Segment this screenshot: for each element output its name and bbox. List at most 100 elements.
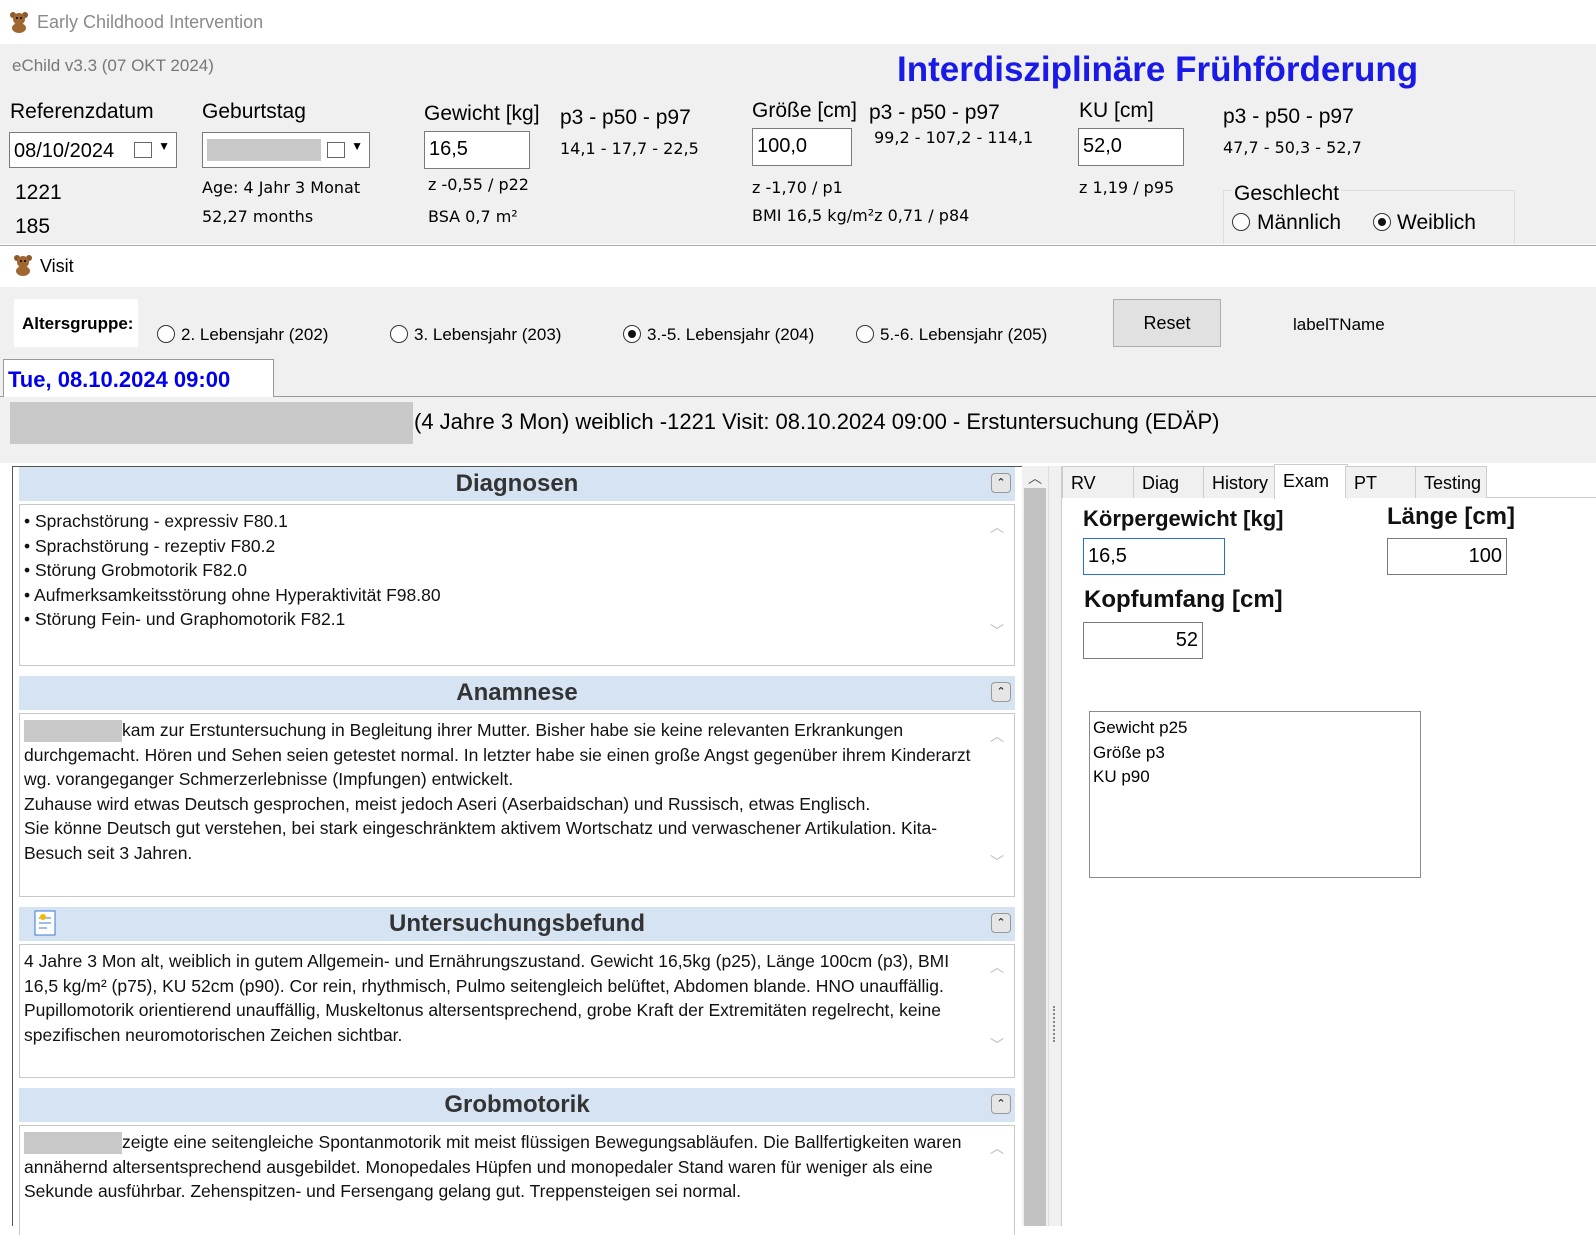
collapse-icon[interactable]: ⌃ — [991, 473, 1011, 493]
radio-female[interactable] — [1373, 213, 1391, 231]
radio-age-group-202[interactable] — [157, 325, 175, 343]
ku-percentiles: 47,7 - 50,3 - 52,7 — [1223, 138, 1362, 157]
weight-input[interactable]: 16,5 — [424, 131, 530, 169]
collapse-icon[interactable]: ⌃ — [991, 682, 1011, 702]
ref-date-label: Referenzdatum — [10, 100, 154, 123]
documentation-pane[interactable]: Diagnosen ⌃ • Sprachstörung - expressiv … — [12, 466, 1034, 1235]
tab-testing[interactable]: Testing — [1415, 466, 1487, 498]
tab-exam[interactable]: Exam — [1274, 464, 1348, 499]
age-group-202-label[interactable]: 2. Lebensjahr (202) — [181, 325, 328, 345]
collapse-icon[interactable]: ⌃ — [991, 1094, 1011, 1114]
tab-diag[interactable]: Diag — [1133, 466, 1205, 498]
banner-title: Interdisziplinäre Frühförderung — [897, 50, 1419, 89]
birthday-picker[interactable]: ▼ — [202, 132, 370, 168]
grobmotorik-textarea[interactable]: zeigte eine seitengleiche Spontanmotorik… — [19, 1125, 1015, 1235]
befund-text: 4 Jahre 3 Mon alt, weiblich in gutem All… — [24, 951, 950, 1045]
bsa-text: BSA 0,7 m² — [428, 207, 518, 226]
version-label: eChild v3.3 (07 OKT 2024) — [12, 56, 214, 75]
untersuchungsbefund-textarea[interactable]: 4 Jahre 3 Mon alt, weiblich in gutem All… — [19, 944, 1015, 1078]
ku-label: KU [cm] — [1079, 99, 1154, 122]
visit-header-text: (4 Jahre 3 Mon) weiblich -1221 Visit: 08… — [414, 409, 1220, 434]
secondary-number: 185 — [15, 215, 51, 238]
birthday-label: Geburtstag — [202, 100, 306, 123]
sex-label: Geschlecht — [1232, 182, 1342, 206]
scrollbar-thumb[interactable] — [1024, 488, 1046, 1226]
scroll-up-icon[interactable]: ︿ — [1028, 468, 1042, 488]
visit-header: (4 Jahre 3 Mon) weiblich -1221 Visit: 08… — [0, 397, 1596, 463]
diagnosis-item: • Aufmerksamkeitsstörung ohne Hyperaktiv… — [24, 584, 441, 605]
grobmotorik-text: annähernd altersentsprechend ausgebildet… — [24, 1156, 933, 1202]
sex-group: Geschlecht Männlich Weiblich — [1223, 182, 1515, 244]
diagnosen-textarea[interactable]: • Sprachstörung - expressiv F80.1 • Spra… — [19, 504, 1015, 666]
body-weight-input[interactable]: 16,5 — [1083, 538, 1225, 575]
calendar-icon[interactable] — [134, 142, 152, 158]
radio-age-group-205[interactable] — [856, 325, 874, 343]
scroll-up-icon[interactable]: ︿ — [988, 515, 1006, 540]
tab-rv[interactable]: RV — [1062, 466, 1134, 498]
chevron-down-icon[interactable]: ▼ — [158, 139, 170, 153]
reset-button[interactable]: Reset — [1113, 299, 1221, 347]
radio-age-group-203[interactable] — [390, 325, 408, 343]
section-header-diagnosen[interactable]: Diagnosen ⌃ — [19, 467, 1015, 501]
age-group-205-label[interactable]: 5.-6. Lebensjahr (205) — [880, 325, 1047, 345]
section-header-anamnese[interactable]: Anamnese ⌃ — [19, 676, 1015, 710]
document-icon[interactable] — [33, 909, 57, 937]
anamnese-textarea[interactable]: kam zur Erstuntersuchung in Begleitung i… — [19, 713, 1015, 897]
patient-panel: eChild v3.3 (07 OKT 2024) Interdisziplin… — [0, 44, 1596, 244]
grobmotorik-first-line: zeigte eine seitengleiche Spontanmotorik… — [122, 1132, 962, 1152]
scroll-up-icon[interactable]: ︿ — [988, 955, 1006, 980]
redacted-birthday — [207, 139, 321, 161]
redacted-patient-name — [10, 402, 413, 444]
height-input[interactable]: 100,0 — [752, 128, 852, 166]
redacted-name — [24, 1132, 122, 1155]
head-circumference-input[interactable]: 52 — [1083, 622, 1203, 659]
visit-window-titlebar: Visit — [0, 245, 1596, 287]
teddy-bear-icon — [14, 255, 32, 276]
outer-scrollbar[interactable]: ︿ — [1022, 466, 1048, 1226]
anamnese-first-line: kam zur Erstuntersuchung in Begleitung i… — [122, 720, 904, 740]
anamnese-title: Anamnese — [456, 679, 578, 706]
height-label: Größe [cm] — [752, 99, 858, 122]
title-bar: Early Childhood Intervention — [0, 0, 1596, 44]
weight-z: z -0,55 / p22 — [428, 175, 529, 194]
splitter-grip[interactable] — [1053, 1006, 1056, 1042]
radio-male[interactable] — [1232, 213, 1250, 231]
redacted-name — [24, 720, 122, 743]
list-item[interactable]: KU p90 — [1093, 765, 1417, 790]
age-group-203-label[interactable]: 3. Lebensjahr (203) — [414, 325, 561, 345]
visit-date-label: Tue, 08.10.2024 09:00 — [8, 367, 231, 392]
scroll-up-icon[interactable]: ︿ — [988, 1136, 1006, 1161]
age-group-204-label[interactable]: 3.-5. Lebensjahr (204) — [647, 325, 814, 345]
male-label[interactable]: Männlich — [1257, 211, 1341, 235]
section-header-grobmotorik[interactable]: Grobmotorik ⌃ — [19, 1088, 1015, 1122]
list-item[interactable]: Gewicht p25 — [1093, 716, 1417, 741]
chevron-down-icon[interactable]: ▼ — [351, 139, 363, 153]
tab-visit-date[interactable]: Tue, 08.10.2024 09:00 — [3, 359, 274, 398]
tab-history[interactable]: History — [1203, 466, 1275, 498]
height-percentiles: 99,2 - 107,2 - 114,1 — [874, 128, 1034, 147]
length-input[interactable]: 100 — [1387, 538, 1507, 575]
ref-date-picker[interactable]: 08/10/2024 ▼ — [9, 132, 177, 168]
scroll-up-icon[interactable]: ︿ — [988, 724, 1006, 749]
calendar-icon[interactable] — [327, 142, 345, 158]
tab-pt[interactable]: PT — [1345, 466, 1417, 498]
weight-percentile-label: p3 - p50 - p97 — [560, 106, 691, 129]
section-header-untersuchungsbefund[interactable]: Untersuchungsbefund ⌃ — [19, 907, 1015, 941]
age-group-label-box: Altersgruppe: — [14, 299, 138, 347]
anamnese-text: durchgemacht. Hören und Sehen seien gete… — [24, 744, 971, 863]
bmi-text: BMI 16,5 kg/m²z 0,71 / p84 — [752, 206, 970, 225]
scroll-down-icon[interactable]: ﹀ — [988, 1033, 1006, 1058]
splitter[interactable] — [1048, 466, 1062, 1226]
percentile-list[interactable]: Gewicht p25 Größe p3 KU p90 — [1089, 711, 1421, 878]
length-label: Länge [cm] — [1387, 503, 1516, 530]
height-z: z -1,70 / p1 — [752, 178, 843, 197]
grobmotorik-title: Grobmotorik — [444, 1091, 590, 1118]
scroll-down-icon[interactable]: ﹀ — [988, 850, 1006, 875]
female-label[interactable]: Weiblich — [1397, 211, 1476, 235]
radio-age-group-204[interactable] — [623, 325, 641, 343]
ku-input[interactable]: 52,0 — [1078, 128, 1184, 166]
scroll-down-icon[interactable]: ﹀ — [988, 619, 1006, 644]
label-tname: labelTName — [1293, 315, 1385, 334]
collapse-icon[interactable]: ⌃ — [991, 913, 1011, 933]
list-item[interactable]: Größe p3 — [1093, 741, 1417, 766]
